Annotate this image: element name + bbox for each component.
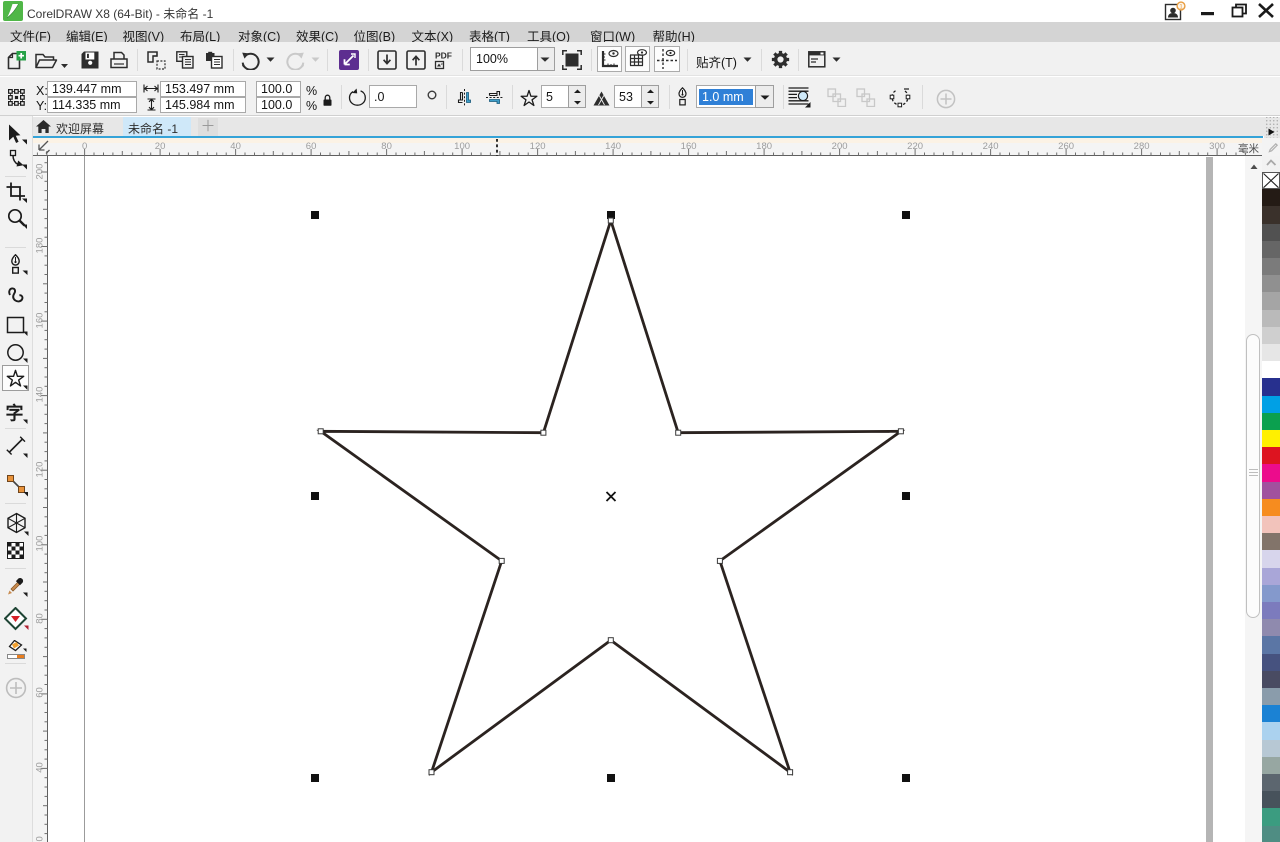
svg-text:PDF: PDF xyxy=(435,51,452,61)
svg-text:1: 1 xyxy=(1179,3,1183,10)
svg-text:字: 字 xyxy=(6,403,24,424)
